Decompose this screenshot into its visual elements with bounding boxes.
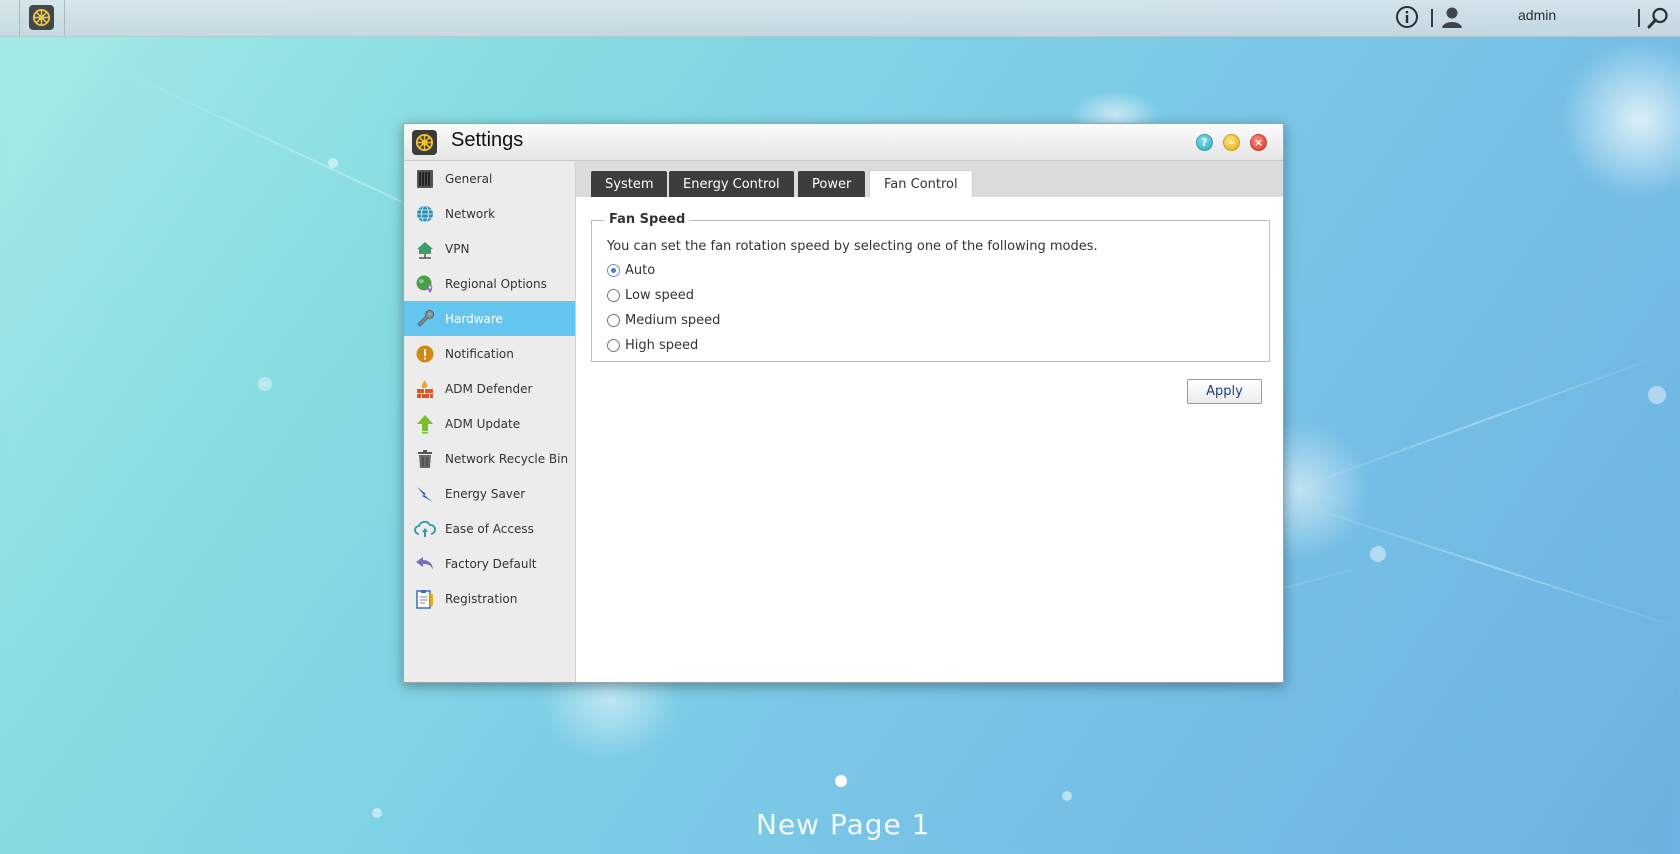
taskbar-separator [1638,9,1640,27]
help-button[interactable]: ? [1196,134,1213,151]
background-dot [372,808,382,818]
sidebar-item-label: VPN [445,241,470,256]
server-icon [413,167,437,191]
undo-icon [413,552,437,576]
sidebar-item-adm-defender[interactable]: ADM Defender [404,371,575,406]
radio-button[interactable] [607,339,620,352]
settings-app-button[interactable] [29,5,54,30]
sidebar-item-label: Network Recycle Bin [445,451,569,466]
house-network-icon [413,237,437,261]
fan-speed-legend: Fan Speed [605,212,690,227]
taskbar: admin [0,0,1680,37]
background-ray [1289,353,1667,492]
sidebar-item-label: Ease of Access [445,521,534,536]
background-dot [258,377,272,391]
background-dot [1648,386,1666,404]
sidebar-item-general[interactable]: General [404,161,575,196]
sidebar-item-label: ADM Defender [445,381,533,396]
background-ray [1289,500,1680,632]
background-dot [328,158,338,168]
globe-pin-icon [413,272,437,296]
sidebar-item-label: ADM Update [445,416,521,431]
taskbar-divider [19,0,20,37]
settings-content: System Energy Control Power Fan Control … [576,161,1283,682]
tab-system[interactable]: System [591,171,668,197]
sidebar-item-label: General [445,171,493,186]
radio-button[interactable] [607,314,620,327]
radio-button[interactable] [607,289,620,302]
sidebar-item-ease-of-access[interactable]: Ease of Access [404,511,575,546]
radio-low-speed[interactable]: Low speed [607,288,694,303]
arrow-up-icon [413,412,437,436]
lightning-icon [413,482,437,506]
background-glow [1560,40,1680,200]
sidebar-item-label: Network [445,206,496,221]
desktop-page-label: New Page 1 [756,808,931,841]
fan-speed-group: Fan Speed You can set the fan rotation s… [591,212,1270,362]
close-icon: × [1253,136,1264,149]
sidebar-item-adm-update[interactable]: ADM Update [404,406,575,441]
taskbar-divider [64,0,65,37]
radio-label: Low speed [625,288,695,303]
fan-speed-description: You can set the fan rotation speed by se… [607,239,1098,254]
minimize-icon: – [1228,136,1235,149]
sidebar-item-label: Energy Saver [445,486,526,501]
wrench-icon [413,307,437,331]
radio-label: High speed [625,338,699,353]
clipboard-icon [413,587,437,611]
search-icon[interactable] [1647,7,1669,29]
sidebar-item-label: Notification [445,346,514,361]
page-indicator-dot[interactable] [835,775,847,787]
sidebar-item-energy-saver[interactable]: Energy Saver [404,476,575,511]
background-dot [1062,791,1072,801]
gear-icon [32,8,51,27]
background-dot [1370,546,1386,562]
user-icon[interactable] [1440,5,1464,29]
gear-icon [415,133,434,152]
radio-medium-speed[interactable]: Medium speed [607,313,720,328]
tab-energy-control[interactable]: Energy Control [669,171,794,197]
radio-high-speed[interactable]: High speed [607,338,698,353]
trash-icon [413,447,437,471]
tab-power[interactable]: Power [798,171,866,197]
tab-bar: System Energy Control Power Fan Control [576,161,1283,197]
close-button[interactable]: × [1250,134,1267,151]
alert-icon [413,342,437,366]
sidebar-item-label: Factory Default [445,556,537,571]
window-app-icon [412,130,437,155]
info-icon[interactable] [1395,5,1419,29]
sidebar-item-hardware[interactable]: Hardware [404,301,575,336]
radio-label: Medium speed [625,313,721,328]
sidebar-item-regional-options[interactable]: Regional Options [404,266,575,301]
username-label[interactable]: admin [1518,7,1556,23]
sidebar-item-factory-default[interactable]: Factory Default [404,546,575,581]
sidebar-item-label: Registration [445,591,518,606]
window-titlebar[interactable]: Settings ? – × [404,124,1283,161]
window-title: Settings [451,129,524,151]
minimize-button[interactable]: – [1223,134,1240,151]
radio-auto[interactable]: Auto [607,263,655,278]
taskbar-separator [1431,9,1433,27]
tab-fan-control[interactable]: Fan Control [869,170,973,197]
sidebar-item-label: Hardware [445,311,503,326]
radio-button-checked[interactable] [607,264,620,277]
sidebar-item-label: Regional Options [445,276,547,291]
firewall-icon [413,377,437,401]
cloud-upload-icon [413,517,437,541]
apply-button[interactable]: Apply [1187,379,1262,404]
globe-icon [413,202,437,226]
sidebar-item-network-recycle-bin[interactable]: Network Recycle Bin [404,441,575,476]
help-icon: ? [1201,136,1208,149]
sidebar-item-notification[interactable]: Notification [404,336,575,371]
sidebar-item-registration[interactable]: Registration [404,581,575,616]
settings-sidebar: General Network VPN Regional Options Har… [404,161,576,682]
radio-label: Auto [625,263,656,278]
sidebar-item-network[interactable]: Network [404,196,575,231]
settings-window: Settings ? – × General Network VPN Regio… [403,123,1284,683]
sidebar-item-vpn[interactable]: VPN [404,231,575,266]
